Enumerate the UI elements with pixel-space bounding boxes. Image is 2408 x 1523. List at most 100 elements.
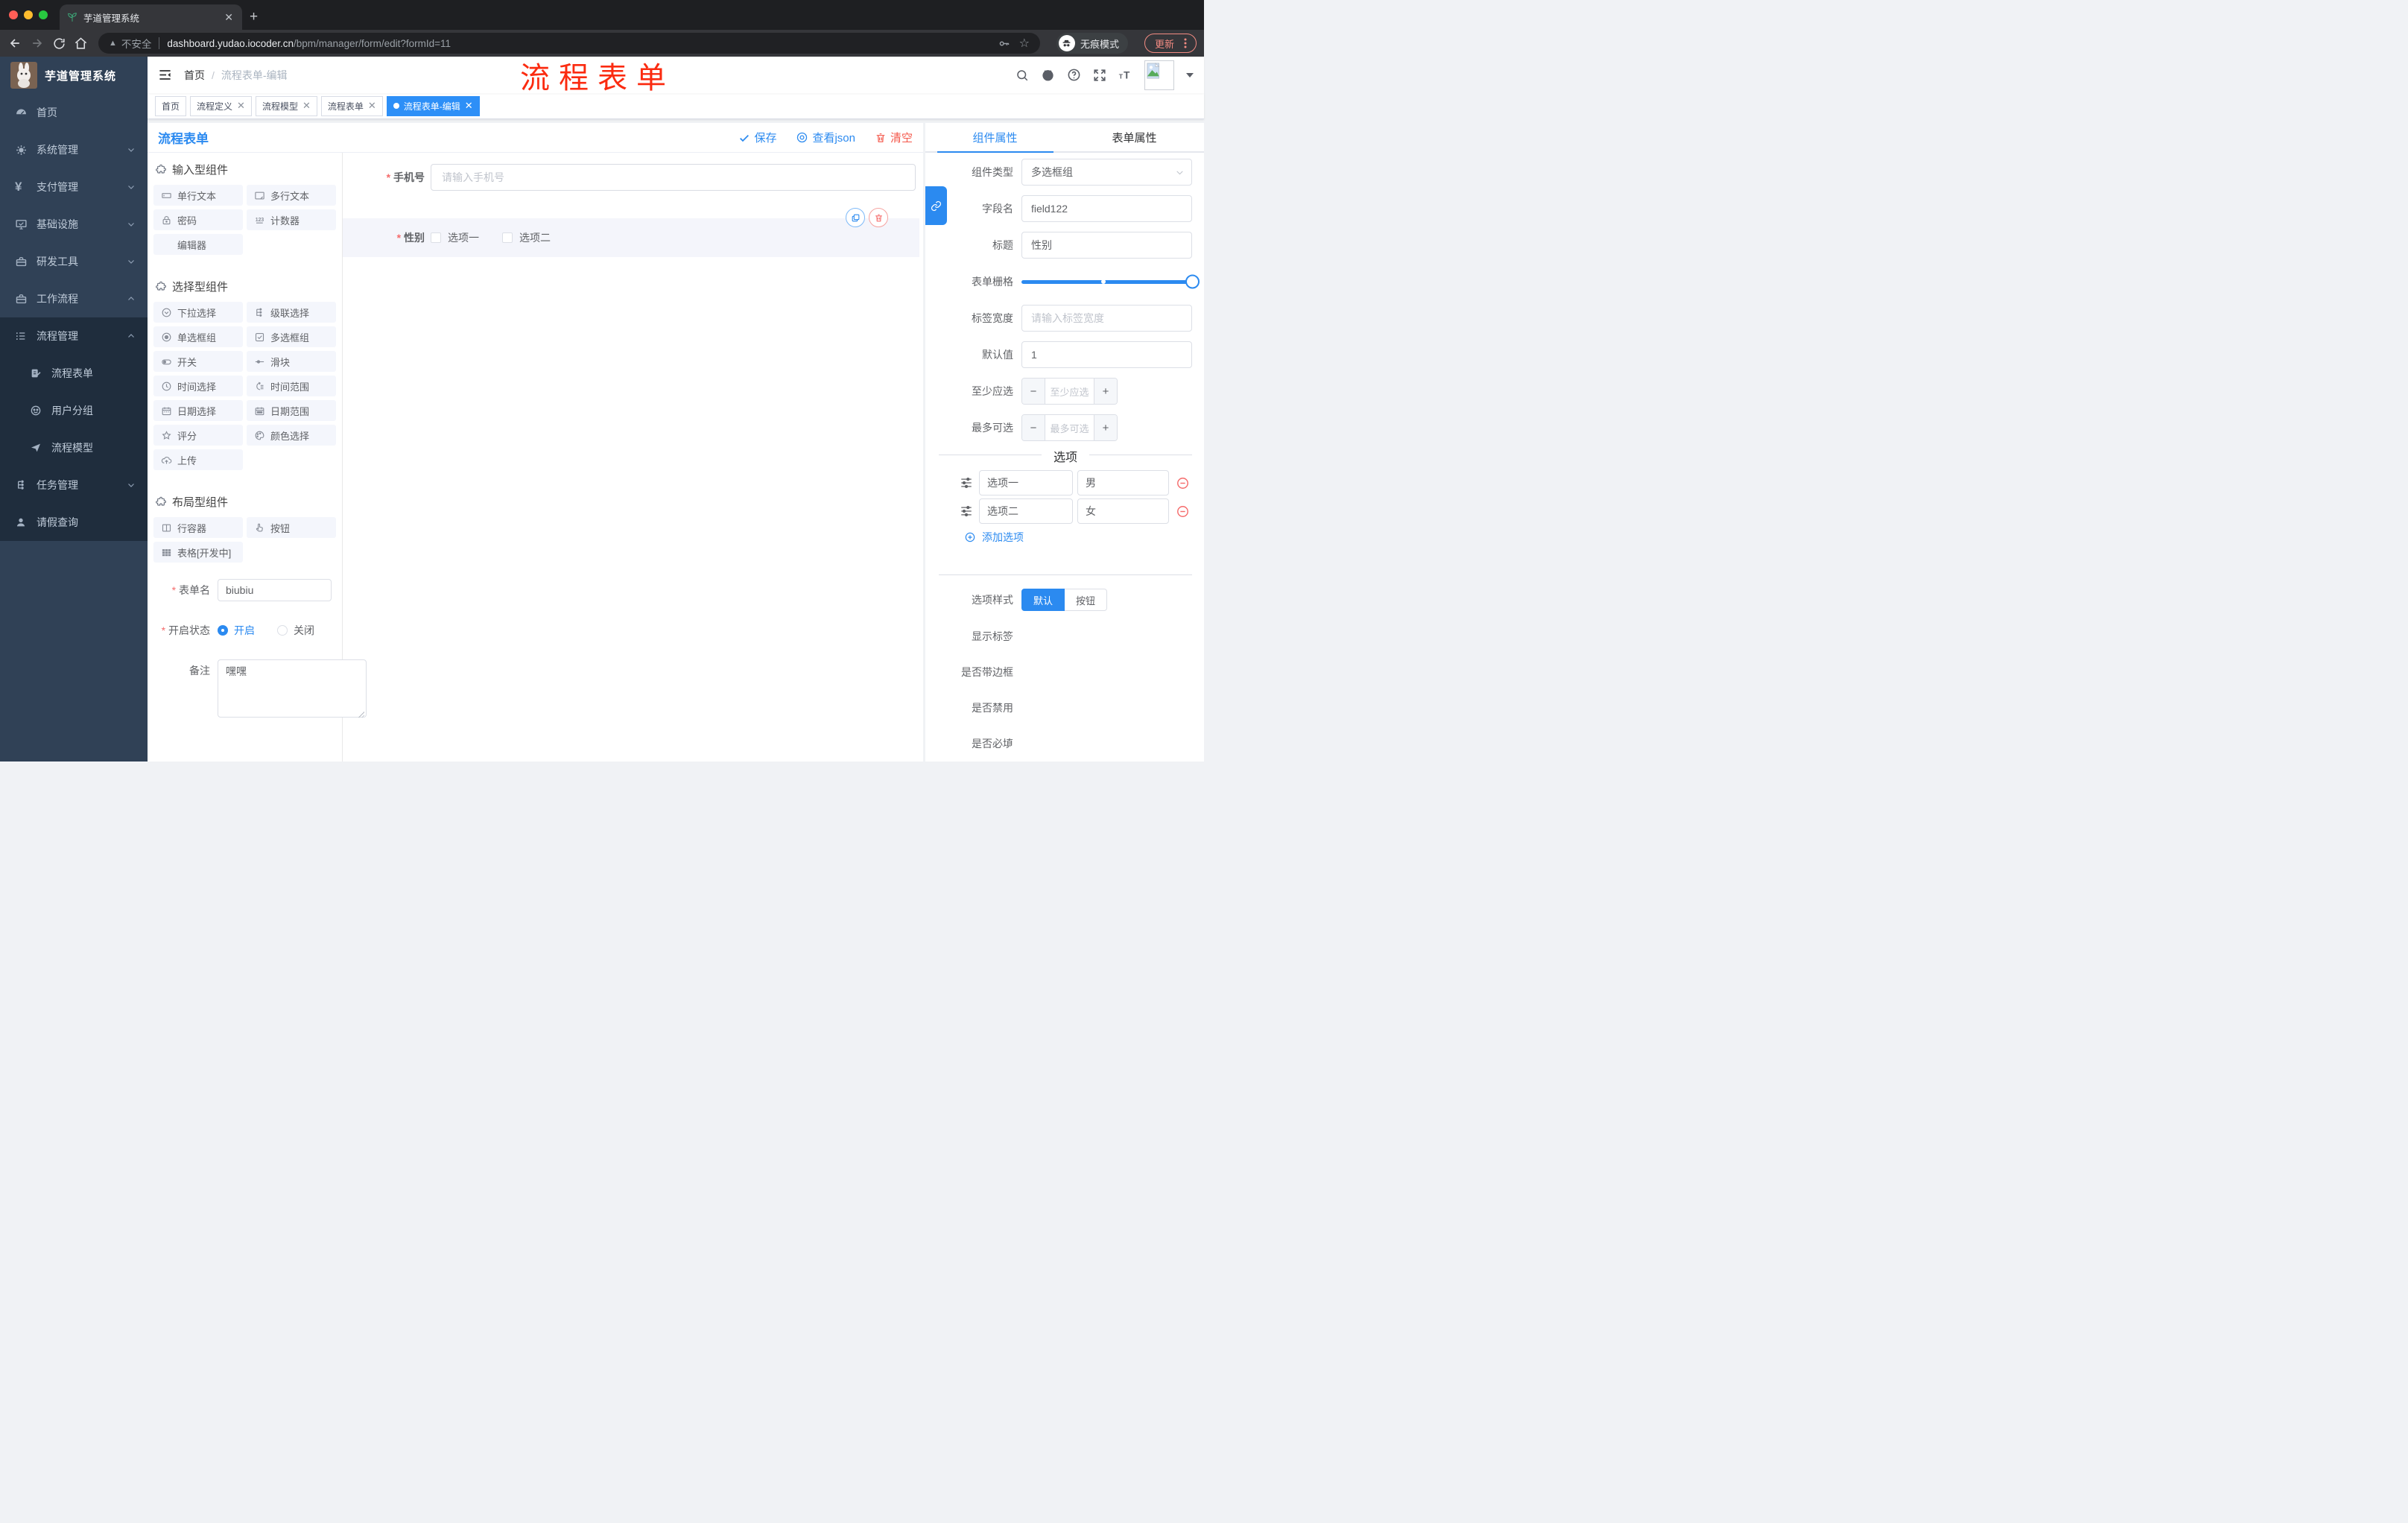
option-value-input[interactable] — [1077, 470, 1169, 495]
browser-tab[interactable]: 芋道管理系统 ✕ — [60, 4, 242, 30]
help-icon[interactable] — [1067, 68, 1081, 82]
palette-item-date-range[interactable]: 日期范围 — [247, 400, 336, 421]
sidebar-item-system[interactable]: 系统管理 — [0, 131, 148, 168]
save-button[interactable]: 保存 — [738, 130, 776, 145]
palette-item-editor[interactable]: 编辑器 — [153, 234, 243, 255]
zoom-window-button[interactable] — [39, 10, 48, 19]
sidebar-item-task-mgmt[interactable]: 任务管理 — [0, 466, 148, 504]
field-name-input[interactable] — [1021, 195, 1192, 222]
palette-item-slider[interactable]: 滑块 — [247, 351, 336, 372]
tag-close-icon[interactable]: ✕ — [237, 100, 245, 112]
tag-home[interactable]: 首页 — [155, 95, 187, 116]
form-canvas[interactable]: 手机号 性别 选项一 — [343, 153, 923, 762]
link-handle[interactable] — [925, 186, 947, 225]
palette-item-table[interactable]: 表格[开发中] — [153, 542, 243, 563]
add-option-button[interactable]: 添加选项 — [925, 530, 1204, 545]
search-icon[interactable] — [1016, 69, 1029, 82]
palette-item-button[interactable]: 按钮 — [247, 517, 336, 538]
min-select-placeholder[interactable]: 至少应选 — [1045, 379, 1094, 404]
reload-icon[interactable] — [52, 37, 66, 51]
github-icon[interactable] — [1041, 68, 1055, 82]
component-type-value[interactable] — [1021, 159, 1192, 186]
font-size-icon[interactable]: TT — [1118, 68, 1132, 82]
password-key-icon[interactable] — [998, 37, 1010, 50]
breadcrumb-home[interactable]: 首页 — [184, 68, 205, 83]
browser-menu-dots-icon[interactable] — [1180, 37, 1191, 49]
browser-update-button[interactable]: 更新 — [1144, 34, 1197, 53]
palette-item-multi-text[interactable]: 多行文本 — [247, 185, 336, 206]
tab-close-icon[interactable]: ✕ — [223, 11, 235, 24]
form-name-input[interactable] — [218, 579, 332, 601]
home-icon[interactable] — [74, 37, 88, 51]
slider-thumb[interactable] — [1185, 274, 1200, 289]
option-style-button-button[interactable]: 按钮 — [1065, 589, 1108, 611]
drag-handle-icon[interactable] — [960, 476, 973, 490]
sidebar-item-process-model[interactable]: 流程模型 — [0, 429, 148, 466]
sidebar-item-user-group[interactable]: 用户分组 — [0, 392, 148, 429]
status-off-label[interactable]: 关闭 — [294, 619, 314, 642]
avatar-caret-icon[interactable] — [1186, 72, 1194, 77]
phone-input[interactable] — [431, 164, 916, 191]
window-controls[interactable] — [9, 0, 48, 30]
palette-item-cascade[interactable]: 级联选择 — [247, 302, 336, 323]
sidebar-item-devtools[interactable]: 研发工具 — [0, 243, 148, 280]
palette-item-password[interactable]: 密码 — [153, 209, 243, 230]
option-label-input[interactable] — [979, 470, 1073, 495]
collapse-sidebar-icon[interactable] — [158, 68, 172, 82]
sidebar-item-payment[interactable]: ¥ 支付管理 — [0, 168, 148, 206]
tab-component-props[interactable]: 组件属性 — [925, 123, 1065, 151]
sidebar-item-infra[interactable]: 基础设施 — [0, 206, 148, 243]
gender-option1-checkbox[interactable] — [431, 232, 441, 243]
delete-field-button[interactable] — [869, 208, 888, 227]
option-value-input[interactable] — [1077, 498, 1169, 524]
tag-close-icon[interactable]: ✕ — [368, 100, 376, 112]
remark-textarea[interactable]: 嘿嘿 — [218, 659, 367, 718]
status-on-label[interactable]: 开启 — [234, 619, 255, 642]
clear-button[interactable]: 清空 — [875, 130, 913, 145]
tag-close-icon[interactable]: ✕ — [465, 100, 473, 112]
gender-option1-label[interactable]: 选项一 — [448, 230, 479, 245]
status-off-radio[interactable] — [277, 625, 288, 636]
bookmark-star-icon[interactable]: ☆ — [1019, 36, 1030, 51]
palette-item-switch[interactable]: 开关 — [153, 351, 243, 372]
gender-option2-label[interactable]: 选项二 — [519, 230, 551, 245]
sidebar-item-process-form[interactable]: 流程表单 — [0, 355, 148, 392]
canvas-field-gender-selected[interactable]: 性别 选项一 选项二 — [343, 208, 919, 257]
view-json-button[interactable]: 查看json — [796, 130, 855, 145]
slider-track[interactable] — [1021, 274, 1200, 289]
sidebar-logo[interactable]: 芋道管理系统 — [0, 57, 148, 94]
palette-item-select[interactable]: 下拉选择 — [153, 302, 243, 323]
plus-button[interactable]: + — [1094, 415, 1117, 440]
status-on-radio[interactable] — [218, 625, 228, 636]
plus-button[interactable]: + — [1094, 379, 1117, 404]
fullscreen-icon[interactable] — [1093, 69, 1106, 82]
minus-button[interactable]: − — [1022, 379, 1045, 404]
forward-icon[interactable] — [30, 36, 45, 51]
palette-item-counter[interactable]: 123 计数器 — [247, 209, 336, 230]
minimize-window-button[interactable] — [24, 10, 33, 19]
new-tab-button[interactable]: + — [250, 10, 258, 24]
palette-item-date-picker[interactable]: 日期选择 — [153, 400, 243, 421]
copy-field-button[interactable] — [846, 208, 865, 227]
avatar[interactable] — [1144, 60, 1174, 90]
palette-item-radio-group[interactable]: 单选框组 — [153, 326, 243, 347]
title-input[interactable] — [1021, 232, 1192, 259]
palette-item-time-range[interactable]: 时间范围 — [247, 376, 336, 396]
remove-option-icon[interactable] — [1176, 504, 1190, 519]
tag-process-model[interactable]: 流程模型 ✕ — [255, 95, 317, 116]
minus-button[interactable]: − — [1022, 415, 1045, 440]
palette-item-checkbox-group[interactable]: 多选框组 — [247, 326, 336, 347]
canvas-field-phone[interactable]: 手机号 — [343, 164, 919, 191]
close-window-button[interactable] — [9, 10, 18, 19]
sidebar-item-home[interactable]: 首页 — [0, 94, 148, 131]
url-bar[interactable]: ▲ 不安全 dashboard.yudao.iocoder.cn /bpm/ma… — [98, 33, 1040, 54]
security-label[interactable]: 不安全 — [121, 36, 152, 51]
palette-item-single-text[interactable]: 单行文本 — [153, 185, 243, 206]
palette-item-time-picker[interactable]: 时间选择 — [153, 376, 243, 396]
gender-option2-checkbox[interactable] — [502, 232, 513, 243]
tag-process-definition[interactable]: 流程定义 ✕ — [190, 95, 252, 116]
component-type-select[interactable] — [1021, 159, 1192, 186]
option-style-default-button[interactable]: 默认 — [1021, 589, 1065, 611]
sidebar-item-process-mgmt[interactable]: 流程管理 — [0, 317, 148, 355]
grid-slider[interactable] — [1021, 268, 1200, 295]
